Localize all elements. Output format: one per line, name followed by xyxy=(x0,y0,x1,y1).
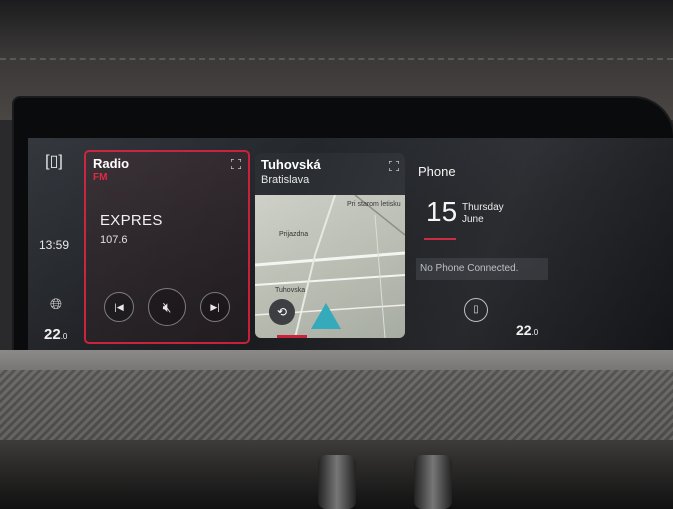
date-weekday: Thursday xyxy=(462,202,504,213)
navigation-card[interactable]: Tuhovská Bratislava Pri starom letisku P… xyxy=(255,153,405,338)
expand-icon[interactable] xyxy=(231,159,241,169)
map-label: Pri starom letisku xyxy=(347,201,401,208)
radio-card[interactable]: Radio FM EXPRES 107.6 |◀ 🔇︎ ▶| xyxy=(84,150,250,344)
map-label: Prijazdna xyxy=(279,231,309,238)
carbon-trim xyxy=(0,370,673,440)
multi-screen-icon[interactable]: [▯] xyxy=(40,152,68,172)
temperature-right-unit: .0 xyxy=(531,328,539,337)
station-frequency: 107.6 xyxy=(100,234,128,246)
temperature-right-value: 22 xyxy=(516,322,532,338)
city-name: Bratislava xyxy=(261,174,310,186)
temperature-left[interactable]: 22.0 xyxy=(44,326,67,343)
street-name: Tuhovská xyxy=(261,157,321,172)
air-vent[interactable] xyxy=(414,455,452,509)
left-rail: [▯] 13:59 🌐︎ 22.0 xyxy=(28,138,82,350)
dashboard-stitching xyxy=(0,58,673,60)
skip-next-icon[interactable]: ▶| xyxy=(200,292,230,322)
radio-title: Radio xyxy=(93,156,130,171)
navigation-header: Tuhovská Bratislava xyxy=(255,153,405,195)
globe-location-icon[interactable]: 🌐︎ xyxy=(46,296,66,316)
station-name: EXPRES xyxy=(100,212,163,229)
map-view[interactable]: Pri starom letisku Prijazdna Tuhovska ⟲ xyxy=(255,195,405,338)
temperature-left-unit: .0 xyxy=(60,332,68,341)
phone-title: Phone xyxy=(418,164,456,179)
mute-icon[interactable]: 🔇︎ xyxy=(148,288,186,326)
clock: 13:59 xyxy=(39,238,70,252)
air-vent[interactable] xyxy=(318,455,356,509)
date-day: 15 xyxy=(426,196,458,227)
date-underline xyxy=(424,238,456,240)
map-label: Tuhovska xyxy=(275,287,306,294)
phone-status: No Phone Connected. xyxy=(416,258,548,280)
phone-card[interactable]: Phone 15 Thursday June No Phone Connecte… xyxy=(412,150,552,340)
temperature-left-value: 22 xyxy=(44,326,61,343)
radio-band: FM xyxy=(93,172,108,183)
date-month: June xyxy=(462,214,484,225)
phone-device-icon[interactable]: ▯ xyxy=(464,298,488,322)
card-indicator xyxy=(277,335,307,338)
history-icon[interactable]: ⟲ xyxy=(269,299,295,325)
temperature-right[interactable]: 22.0 xyxy=(516,322,538,338)
navigation-arrow-icon xyxy=(311,303,341,329)
infotainment-screen: [▯] 13:59 🌐︎ 22.0 Radio FM EXPRES 107.6 … xyxy=(28,138,673,350)
skip-previous-icon[interactable]: |◀ xyxy=(104,292,134,322)
expand-icon[interactable] xyxy=(389,161,399,171)
